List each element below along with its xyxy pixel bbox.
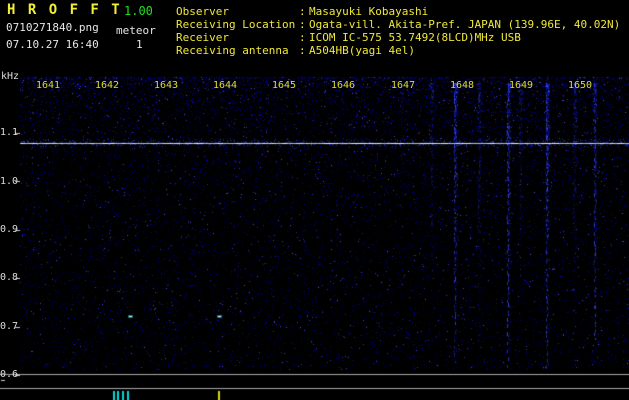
info-row-observer: Observer: Masayuki Kobayashi	[176, 5, 620, 18]
output-filename: 0710271840.png	[6, 21, 99, 34]
info-row-location: Receiving Location: Ogata-vill. Akita-Pre…	[176, 18, 620, 31]
freq-tick-label: 0.7	[0, 321, 19, 332]
info-value: A504HB(yagi 4el)	[309, 44, 415, 57]
info-row-antenna: Receiving antenna: A504HB(yagi 4el)	[176, 44, 620, 57]
info-label: Observer	[176, 5, 229, 18]
freq-tick-label: 0.8	[0, 272, 19, 283]
time-tick-label: 1648	[449, 80, 475, 91]
freq-axis-unit: kHz	[1, 71, 20, 82]
info-value: Masayuki Kobayashi	[309, 5, 429, 18]
info-separator: :	[299, 18, 306, 31]
mode-label: meteor	[116, 24, 156, 37]
time-tick-label: 1641	[35, 80, 61, 91]
time-tick-label: 1647	[390, 80, 416, 91]
time-tick-label: 1649	[508, 80, 534, 91]
info-separator: :	[299, 44, 306, 57]
app-version: 1.00	[124, 4, 153, 18]
freq-tick-label: 0.6	[0, 369, 19, 380]
meteor-count: 1	[136, 38, 143, 51]
info-value: Ogata-vill. Akita-Pref. JAPAN (139.96E, …	[309, 18, 621, 31]
info-value: ICOM IC-575 53.7492(8LCD)MHz USB	[309, 31, 521, 44]
station-info: Observer: Masayuki Kobayashi Receiving Lo…	[176, 5, 620, 57]
hrofft-screen: H R O F F T 1.00 0710271840.png meteor 0…	[0, 0, 629, 400]
info-separator: :	[299, 5, 306, 18]
time-tick-label: 1650	[567, 80, 593, 91]
time-tick-label: 1646	[330, 80, 356, 91]
app-title: H R O F F T	[7, 2, 122, 18]
info-separator: :	[299, 31, 306, 44]
time-tick-label: 1645	[271, 80, 297, 91]
info-label: Receiving Location	[176, 18, 296, 31]
datetime-label: 07.10.27 16:40	[6, 38, 99, 51]
info-label: Receiving antenna	[176, 44, 289, 57]
time-tick-label: 1643	[153, 80, 179, 91]
freq-tick-label: 0.9	[0, 224, 19, 235]
freq-tick-label: 1.0	[0, 176, 19, 187]
time-tick-label: 1644	[212, 80, 238, 91]
info-label: Receiver	[176, 31, 229, 44]
spectrogram-canvas	[0, 70, 629, 400]
info-row-receiver: Receiver: ICOM IC-575 53.7492(8LCD)MHz US…	[176, 31, 620, 44]
time-tick-label: 1642	[94, 80, 120, 91]
freq-tick-label: 1.1	[0, 127, 19, 138]
